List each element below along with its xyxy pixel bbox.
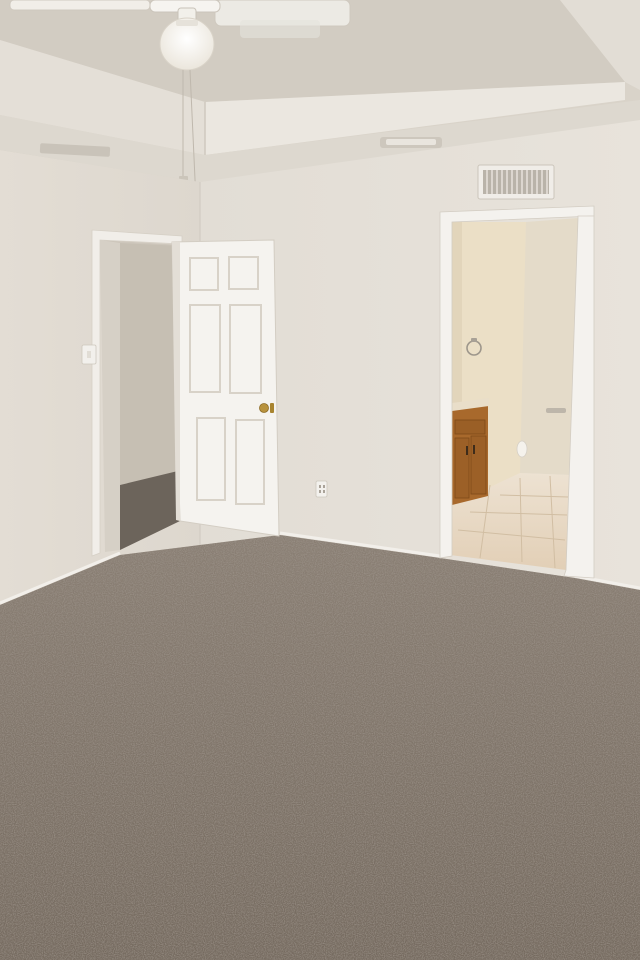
left-doorway (91, 229, 183, 557)
vanity-cabinet (452, 398, 489, 505)
light-globe-icon (159, 17, 215, 71)
power-outlet-icon (315, 480, 328, 498)
air-vent-icon (477, 164, 555, 200)
carpet-floor (0, 535, 640, 960)
light-switch-icon (81, 344, 97, 365)
open-door (171, 239, 280, 537)
bathroom-doorway (439, 205, 595, 579)
room-illustration (0, 0, 640, 960)
door-knob-icon (259, 403, 274, 413)
room-photo (0, 0, 640, 960)
